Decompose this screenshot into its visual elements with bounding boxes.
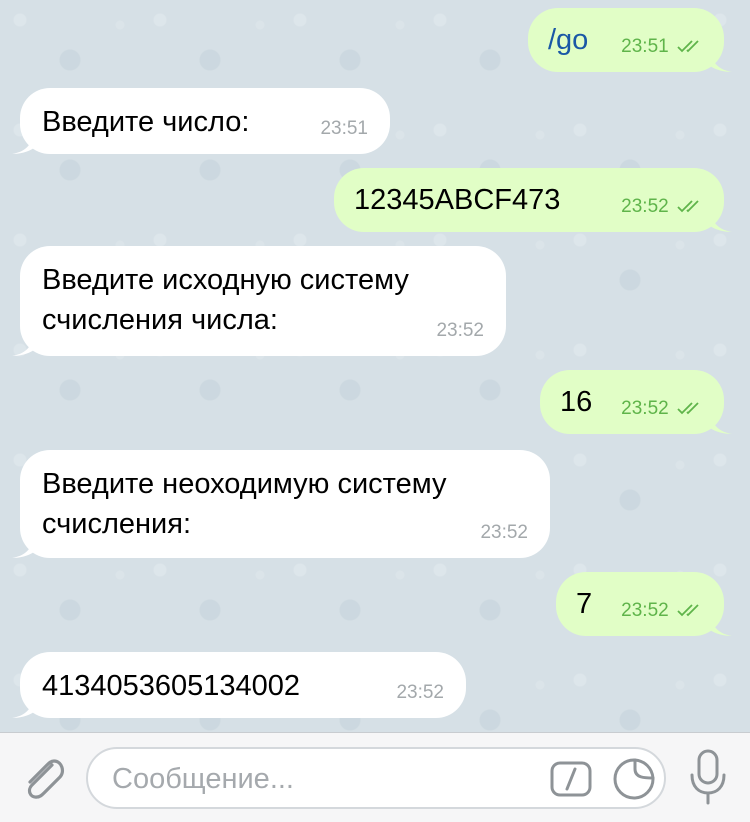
slash-command-icon[interactable] (550, 761, 592, 797)
chat-history[interactable]: /go 23:51 Введите число: 23:51 12345ABCF… (0, 0, 750, 732)
message-time: 23:51 (320, 118, 368, 139)
message-time: 23:52 (621, 600, 706, 622)
bubble-tail (710, 614, 732, 636)
sticker-icon[interactable] (612, 757, 656, 801)
message-time: 23:52 (621, 196, 706, 218)
read-checkmarks-icon (677, 402, 699, 415)
read-checkmarks-icon (677, 604, 699, 617)
paperclip-icon[interactable] (16, 751, 68, 807)
message-incoming[interactable]: Введите неоходимую систему счисления: 23… (12, 450, 550, 558)
message-outgoing[interactable]: 12345ABCF473 23:52 (334, 168, 732, 232)
message-time: 23:52 (396, 682, 444, 703)
message-time: 23:52 (621, 398, 706, 420)
message-outgoing[interactable]: 7 23:52 (556, 572, 732, 636)
read-checkmarks-icon (677, 40, 699, 53)
message-input-field[interactable] (86, 747, 666, 809)
bubble-tail (12, 536, 34, 558)
read-checkmarks-icon (677, 200, 699, 213)
microphone-icon[interactable] (688, 747, 728, 809)
message-text-line: счисления: (42, 508, 192, 540)
message-outgoing[interactable]: /go 23:51 (528, 8, 732, 72)
message-input[interactable] (112, 759, 532, 799)
bubble-tail (710, 50, 732, 72)
message-incoming[interactable]: Введите исходную систему счисления числа… (12, 246, 506, 356)
message-incoming[interactable]: 4134053605134002 23:52 (12, 652, 466, 718)
message-text-line: Введите неоходимую систему (42, 468, 447, 500)
bubble-tail (710, 210, 732, 232)
message-composer (0, 732, 750, 822)
message-time: 23:52 (480, 522, 528, 543)
message-text-line: Введите исходную систему (42, 264, 409, 296)
message-time: 23:51 (621, 36, 706, 58)
message-time: 23:52 (436, 320, 484, 341)
bubble-tail (12, 132, 34, 154)
message-incoming[interactable]: Введите число: 23:51 (12, 88, 390, 154)
bubble-tail (710, 412, 732, 434)
message-outgoing[interactable]: 16 23:52 (540, 370, 732, 434)
bubble-tail (12, 696, 34, 718)
bubble-tail (12, 334, 34, 356)
